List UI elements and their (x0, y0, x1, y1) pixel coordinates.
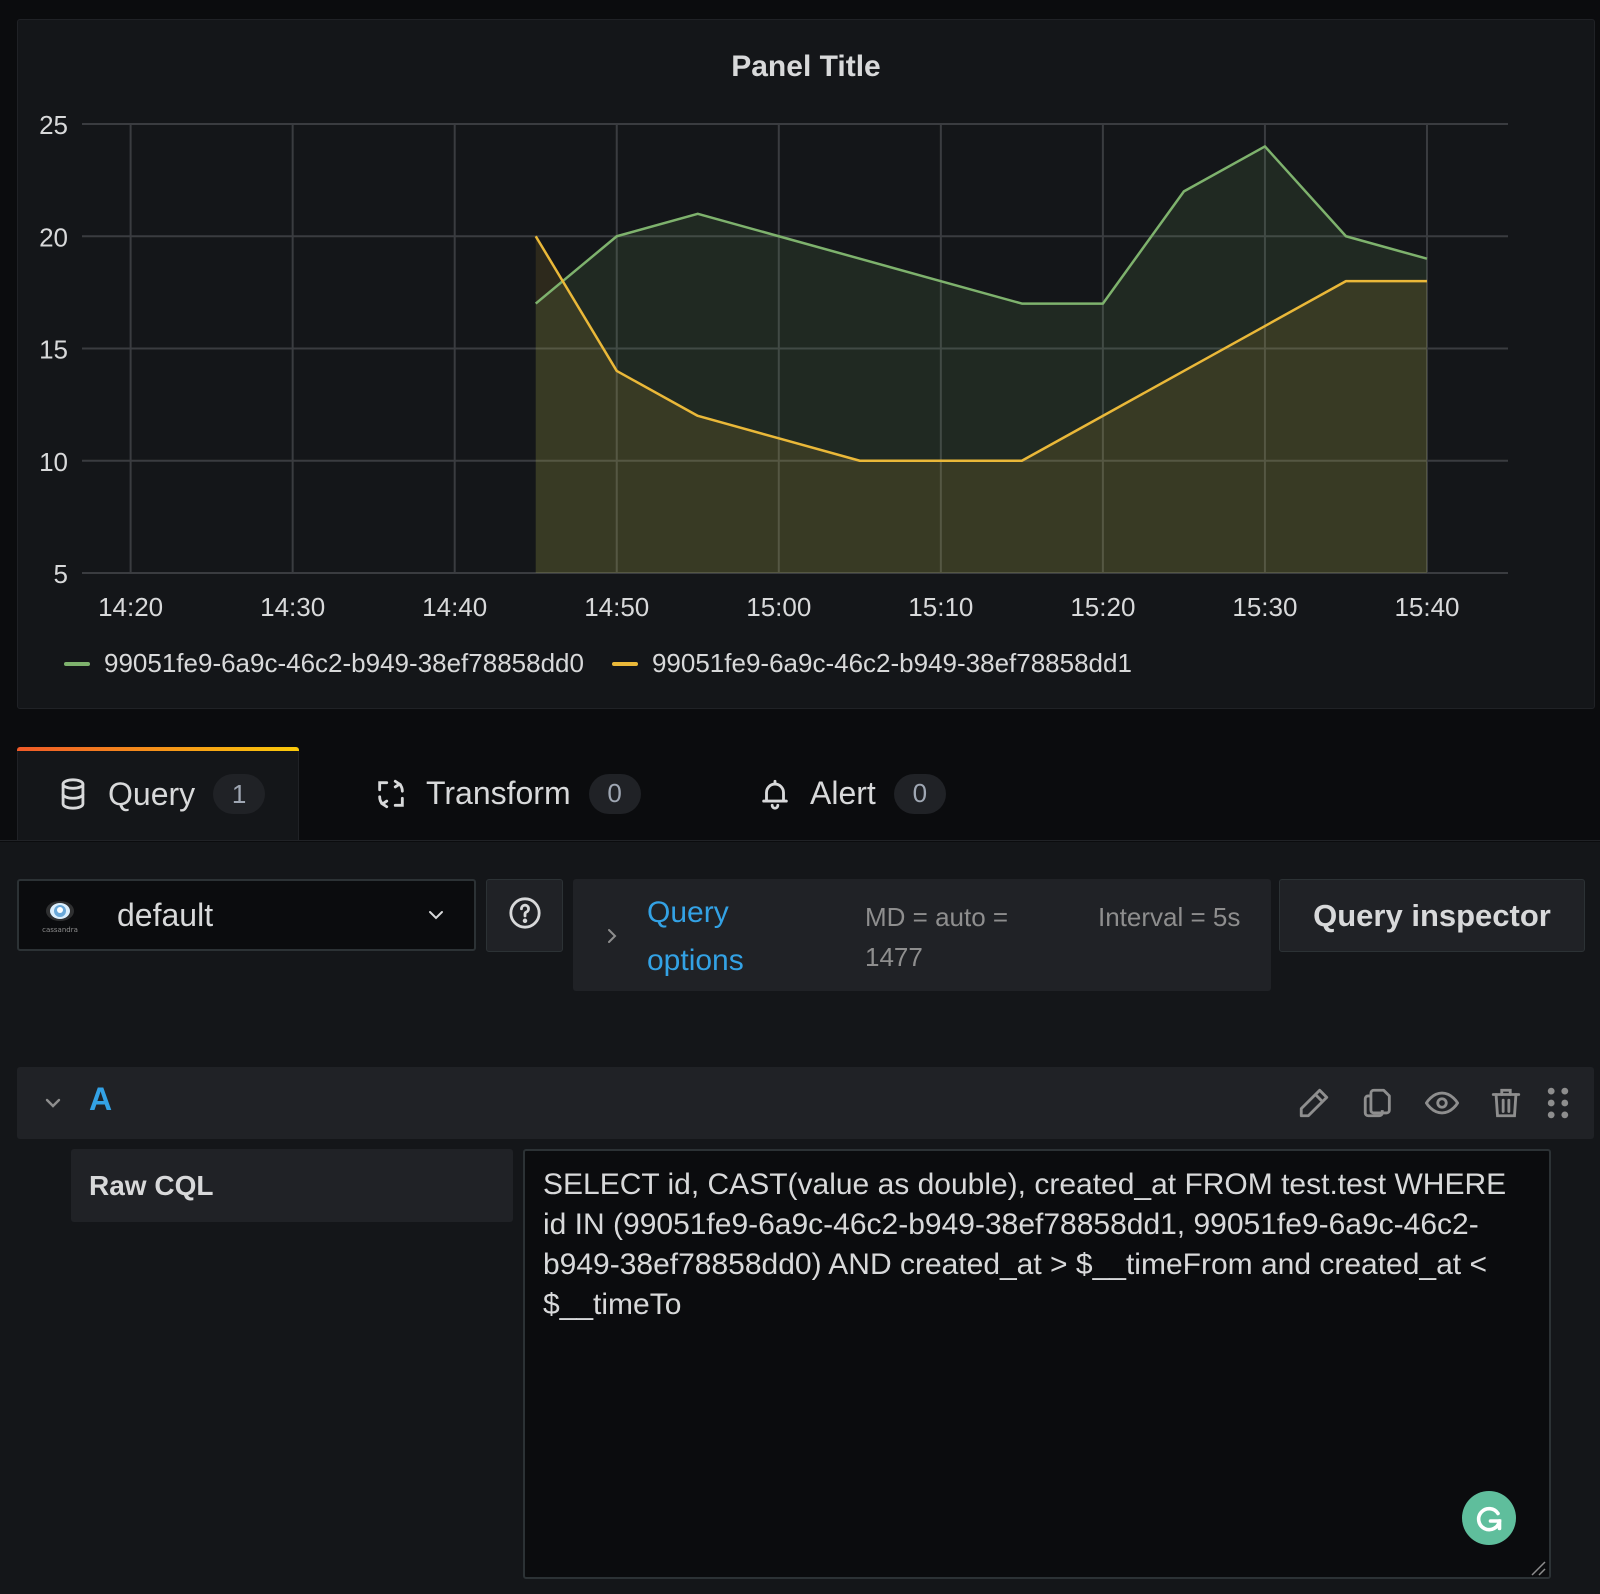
legend-swatch-series-1 (611, 661, 638, 666)
x-tick-label: 15:10 (908, 592, 973, 622)
tab-transform[interactable]: Transform 0 (374, 747, 641, 840)
cql-query-input[interactable]: SELECT id, CAST(value as double), create… (523, 1149, 1551, 1579)
legend-item-series-0[interactable]: 99051fe9-6a9c-46c2-b949-38ef78858dd0 (64, 648, 584, 679)
drag-handle-icon[interactable] (1536, 1081, 1580, 1125)
y-tick-label: 20 (39, 222, 68, 252)
tab-alert-count: 0 (893, 773, 946, 814)
query-inspector-button[interactable]: Query inspector (1279, 879, 1585, 952)
bell-icon (758, 777, 792, 811)
x-tick-label: 14:30 (260, 592, 325, 622)
legend-swatch-series-0 (64, 661, 90, 666)
x-tick-label: 15:30 (1232, 592, 1297, 622)
legend-item-series-1[interactable]: 99051fe9-6a9c-46c2-b949-38ef78858dd1 (611, 648, 1132, 679)
x-tick-label: 14:40 (422, 592, 487, 622)
raw-cql-label: Raw CQL (71, 1149, 513, 1222)
legend-label-series-0: 99051fe9-6a9c-46c2-b949-38ef78858dd0 (104, 648, 584, 678)
tab-transform-count: 0 (588, 773, 641, 814)
x-tick-label: 14:20 (98, 592, 163, 622)
editor-tabs: Query 1 Transform 0 Alert 0 (0, 745, 1600, 841)
y-tick-label: 10 (39, 447, 68, 477)
eye-icon[interactable] (1420, 1081, 1464, 1125)
y-tick-label: 5 (54, 559, 68, 589)
graph-panel: 5 10 15 20 25 14:20 14:30 14:40 14:50 15:00 15:10 1… (17, 19, 1595, 709)
tab-alert[interactable]: Alert 0 (758, 747, 946, 840)
edit-pencil-icon[interactable] (1292, 1081, 1336, 1125)
query-options-label: Query options (647, 896, 744, 977)
y-tick-label: 25 (39, 110, 68, 140)
x-tick-label: 14:50 (584, 592, 649, 622)
datasource-picker[interactable]: cassandra default (17, 879, 476, 951)
x-tick-label: 15:20 (1070, 592, 1135, 622)
tab-query[interactable]: Query 1 (17, 747, 299, 840)
interval-info: Interval = 5s (1098, 902, 1241, 932)
query-row-actions (1272, 1081, 1580, 1125)
tab-query-label: Query (108, 775, 196, 812)
grammarly-icon[interactable] (1462, 1491, 1516, 1545)
cassandra-logo-icon: cassandra (39, 894, 81, 936)
max-data-points-info: MD = auto = 1477 (865, 902, 1009, 972)
chevron-down-icon (424, 903, 448, 927)
database-icon (56, 777, 90, 811)
trash-icon[interactable] (1484, 1081, 1528, 1125)
query-row-header: A (17, 1067, 1594, 1139)
resize-handle-icon[interactable] (1530, 1560, 1546, 1576)
datasource-name: default (117, 896, 214, 933)
y-tick-label: 15 (39, 335, 68, 365)
cassandra-logo-caption: cassandra (42, 926, 78, 934)
x-tick-label: 15:40 (1394, 592, 1459, 622)
x-tick-label: 15:00 (746, 592, 811, 622)
chart-legend: 99051fe9-6a9c-46c2-b949-38ef78858dd0 990… (64, 648, 1160, 679)
tab-query-count: 1 (213, 774, 266, 814)
transform-icon (374, 777, 408, 811)
duplicate-icon[interactable] (1356, 1081, 1400, 1125)
chevron-right-icon (603, 925, 621, 947)
tab-alert-label: Alert (810, 775, 876, 811)
question-circle-icon (508, 896, 542, 935)
collapse-chevron-icon[interactable] (41, 1091, 65, 1115)
time-series-chart: 5 10 15 20 25 14:20 14:30 14:40 14:50 15:00 15:10 1… (39, 110, 1508, 622)
legend-label-series-1: 99051fe9-6a9c-46c2-b949-38ef78858dd1 (651, 648, 1132, 678)
tab-transform-label: Transform (426, 775, 571, 811)
query-options-toggle[interactable]: Query options MD = auto = 1477 Interval … (573, 879, 1271, 991)
datasource-help-button[interactable] (486, 879, 563, 952)
panel-title[interactable]: Panel Title (18, 50, 1594, 84)
query-ref-id[interactable]: A (89, 1081, 112, 1118)
